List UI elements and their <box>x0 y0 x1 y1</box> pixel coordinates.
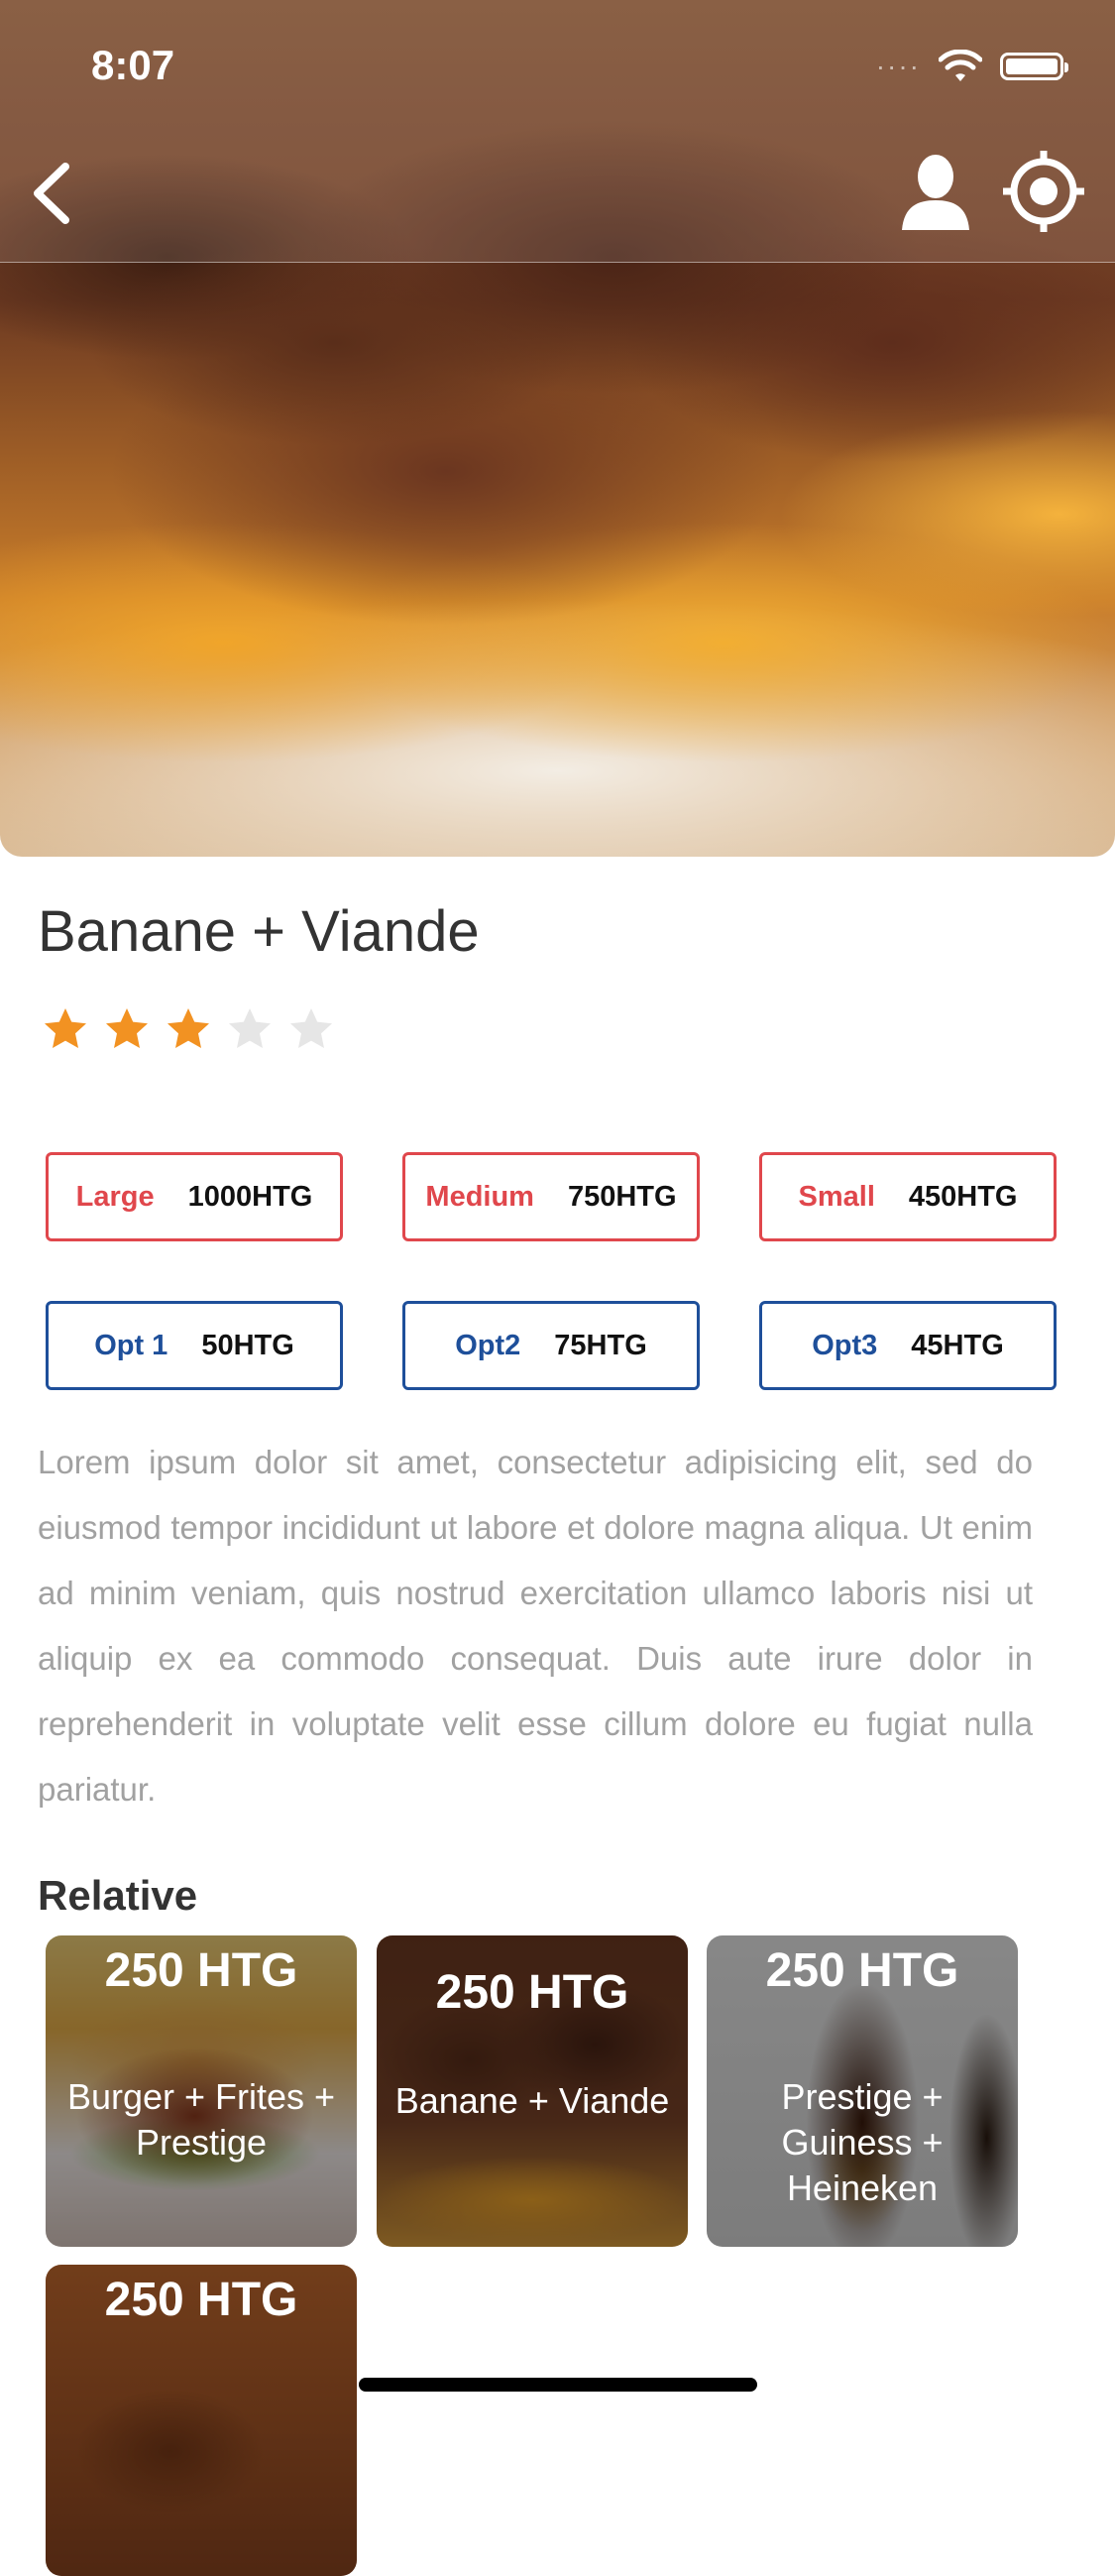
option-price: 50HTG <box>201 1329 294 1361</box>
signal-icon: ···· <box>875 51 921 81</box>
product-description: Lorem ipsum dolor sit amet, consectetur … <box>38 1444 1033 1808</box>
size-label: Large <box>75 1180 155 1213</box>
relative-item-name: Prestige + Guiness + Heineken <box>781 2076 944 2208</box>
hero-food-image: 8:07 ···· <box>0 0 1115 857</box>
size-medium-button[interactable]: Medium 750HTG <box>402 1152 700 1241</box>
status-time: 8:07 <box>91 42 175 88</box>
option-2-button[interactable]: Opt2 75HTG <box>402 1301 700 1390</box>
star-empty-icon[interactable] <box>287 1005 335 1053</box>
relative-item-price: 250 HTG <box>104 2274 298 2326</box>
option-label: Opt3 <box>812 1329 878 1361</box>
size-price: 1000HTG <box>187 1180 313 1213</box>
option-price: 45HTG <box>911 1329 1004 1361</box>
relative-item-name: Banane + Viande <box>394 2080 670 2121</box>
option-label: Opt 1 <box>94 1329 168 1361</box>
user-profile-icon[interactable] <box>898 151 973 232</box>
star-rating[interactable] <box>42 1005 335 1053</box>
back-chevron-icon[interactable] <box>24 159 83 228</box>
relative-item-card[interactable]: 250 HTG Burger + Frites + Prestige <box>46 1935 357 2247</box>
battery-icon <box>1000 53 1068 80</box>
wifi-icon <box>939 50 982 81</box>
relative-item-price: 250 HTG <box>104 1944 298 1997</box>
option-3-button[interactable]: Opt3 45HTG <box>759 1301 1057 1390</box>
size-label: Small <box>798 1180 875 1213</box>
location-target-icon[interactable] <box>1001 149 1086 234</box>
relative-item-price: 250 HTG <box>765 1944 959 1997</box>
option-1-button[interactable]: Opt 1 50HTG <box>46 1301 343 1390</box>
star-filled-icon[interactable] <box>165 1005 212 1053</box>
extra-options: Opt 1 50HTG Opt2 75HTG Opt3 45HTG <box>46 1301 1057 1390</box>
size-options: Large 1000HTG Medium 750HTG Small 450HTG <box>46 1152 1057 1241</box>
relative-heading: Relative <box>38 1872 198 1919</box>
option-label: Opt2 <box>455 1329 521 1361</box>
size-price: 750HTG <box>567 1180 677 1213</box>
star-empty-icon[interactable] <box>226 1005 274 1053</box>
relative-item-card[interactable]: 250 HTG Prestige + Guiness + Heineken <box>707 1935 1018 2247</box>
size-large-button[interactable]: Large 1000HTG <box>46 1152 343 1241</box>
option-price: 75HTG <box>554 1329 647 1361</box>
relative-item-price: 250 HTG <box>435 1966 629 2019</box>
status-icons: ···· <box>875 50 1068 83</box>
relative-item-card[interactable]: 250 HTG Banane + Viande <box>377 1935 688 2247</box>
relative-item-card[interactable]: 250 HTG <box>46 2265 357 2576</box>
size-small-button[interactable]: Small 450HTG <box>759 1152 1057 1241</box>
product-title: Banane + Viande <box>38 899 480 964</box>
size-label: Medium <box>425 1180 534 1213</box>
star-filled-icon[interactable] <box>42 1005 89 1053</box>
star-filled-icon[interactable] <box>103 1005 151 1053</box>
size-price: 450HTG <box>908 1180 1018 1213</box>
relative-item-name: Burger + Frites + Prestige <box>66 2076 336 2163</box>
home-indicator[interactable] <box>359 2378 757 2392</box>
